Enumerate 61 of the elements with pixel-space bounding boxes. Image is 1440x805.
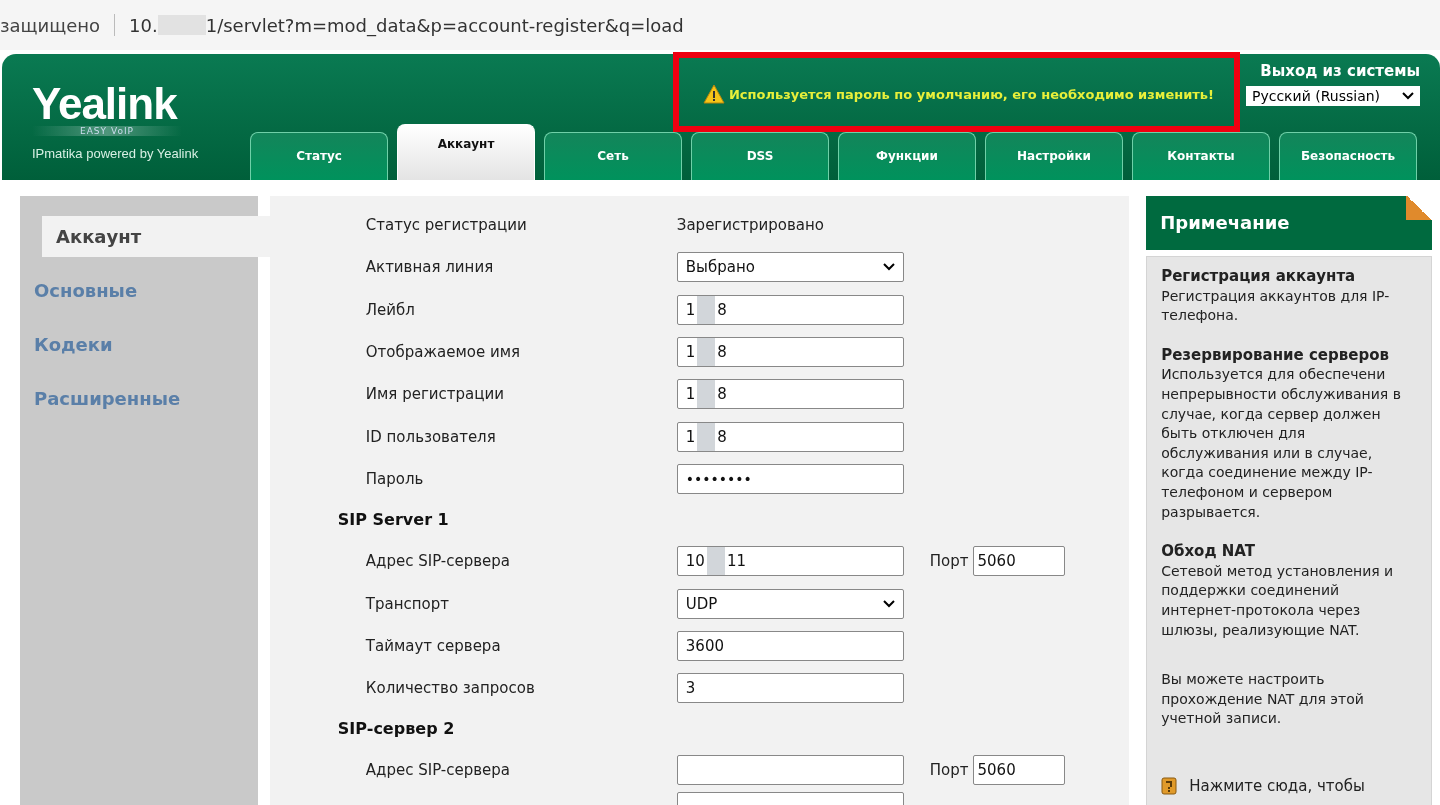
logo: Yealink bbox=[32, 82, 179, 126]
language-select[interactable]: Русский (Russian) bbox=[1246, 86, 1420, 106]
logo-tagline: EASY VoIP bbox=[32, 126, 182, 136]
password-field[interactable]: •••••••• bbox=[676, 463, 904, 494]
port-label: Порт bbox=[929, 552, 969, 571]
field-label: Имя регистрации bbox=[365, 385, 505, 404]
note-heading: Регистрация аккаунта bbox=[1161, 267, 1357, 287]
input-field[interactable]: 3600 bbox=[676, 630, 904, 661]
nav-tab[interactable]: Безопасность bbox=[1279, 132, 1417, 180]
warning-icon bbox=[702, 84, 725, 104]
note-text: Используется для обеспечени непрерывности обслуживания в случае, когда сервер должен быть отключен для обслуживания или в случае, когда соединение между IP- телефоном и сервером разрывается. bbox=[1161, 365, 1402, 522]
field-label: Отображаемое имя bbox=[365, 343, 521, 362]
url-field[interactable]: 10. 1/servlet?m=mod_data&p=account-register&q=load bbox=[129, 14, 684, 36]
field-label: Активная линия bbox=[365, 258, 495, 277]
field-label: Пароль bbox=[365, 469, 425, 488]
note-heading: Резервирование серверов bbox=[1161, 345, 1390, 366]
sidebar-item[interactable]: Аккаунт bbox=[42, 216, 270, 257]
field-label: Количество запросов bbox=[365, 679, 536, 698]
field-label: Таймаут сервера bbox=[365, 636, 502, 655]
select-field[interactable]: UDP bbox=[676, 588, 904, 619]
notes-title: Примечание bbox=[1146, 196, 1432, 250]
help-link[interactable]: Нажмите сюда, чтобы bbox=[1189, 776, 1365, 795]
logout-link[interactable]: Выход из системы bbox=[1260, 62, 1420, 80]
input-field[interactable]: 3 bbox=[676, 673, 904, 704]
security-label: защищено bbox=[0, 14, 101, 36]
warning-message: Используется пароль по умолчанию, его необходимо изменить! bbox=[672, 52, 1240, 132]
nav-tab[interactable]: Статус bbox=[250, 132, 388, 180]
chevron-icon bbox=[882, 599, 895, 608]
chevron-icon bbox=[882, 263, 895, 272]
input-field[interactable]: 10 11 bbox=[676, 546, 904, 577]
field-label: Транспорт bbox=[365, 594, 450, 613]
status-value: Зарегистрировано bbox=[676, 216, 824, 235]
field-label: Адрес SIP-сервера bbox=[365, 552, 512, 571]
note-heading: Обход NAT bbox=[1161, 542, 1256, 562]
chevron-icon bbox=[1402, 92, 1414, 100]
input-field[interactable]: 1 8 bbox=[676, 421, 904, 452]
input-field[interactable]: 1 8 bbox=[676, 294, 904, 325]
port-label: Порт bbox=[929, 761, 969, 780]
nav-tab[interactable]: Настройки bbox=[985, 132, 1123, 180]
nav-tab[interactable]: Аккаунт bbox=[397, 124, 535, 180]
nav-tab[interactable]: Сеть bbox=[544, 132, 682, 180]
logo-subtitle: IPmatika powered by Yealink bbox=[32, 146, 200, 161]
field-label: ID пользователя bbox=[365, 427, 497, 446]
field-label: Адрес SIP-сервера bbox=[365, 761, 512, 780]
port-field[interactable]: 5060 bbox=[972, 755, 1065, 786]
port-field[interactable]: 5060 bbox=[972, 546, 1065, 577]
note-text: Регистрация аккаунтов для IP- телефона. bbox=[1161, 286, 1391, 326]
nav-tab[interactable]: DSS bbox=[691, 132, 829, 180]
help-icon bbox=[1161, 776, 1178, 795]
field-label: Статус регистрации bbox=[365, 216, 528, 235]
input-field[interactable]: 1 8 bbox=[676, 379, 904, 410]
input-field[interactable]: 1 8 bbox=[676, 337, 904, 368]
section-heading: SIP-сервер 2 bbox=[337, 718, 456, 741]
section-heading: SIP Server 1 bbox=[337, 509, 450, 532]
select-field[interactable]: Выбрано bbox=[676, 252, 904, 283]
field-label: Лейбл bbox=[365, 300, 416, 319]
note-text: Вы можете настроить прохождение NAT для этой учетной записи. bbox=[1161, 670, 1365, 729]
input-field[interactable] bbox=[676, 755, 904, 786]
nav-tab[interactable]: Контакты bbox=[1132, 132, 1270, 180]
note-text: Сетевой метод установления и поддержки соединений интернет-протокола через шлюзы, реализующие NAT. bbox=[1161, 561, 1395, 640]
nav-tab[interactable]: Функции bbox=[838, 132, 976, 180]
